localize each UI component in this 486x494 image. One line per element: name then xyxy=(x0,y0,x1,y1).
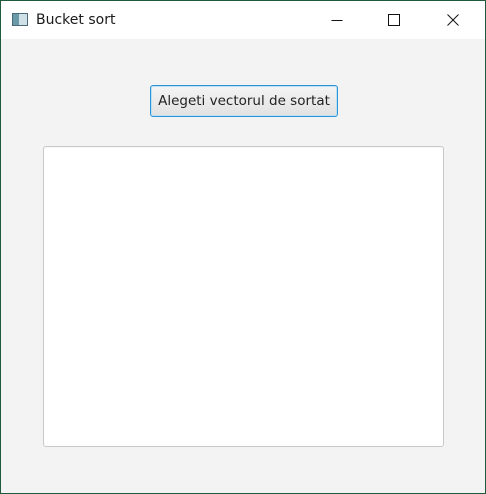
close-icon xyxy=(447,14,459,26)
output-text-area[interactable] xyxy=(43,146,444,447)
minimize-icon xyxy=(331,20,343,21)
title-bar[interactable]: Bucket sort xyxy=(1,1,485,39)
choose-array-button[interactable]: Alegeti vectorul de sortat xyxy=(150,85,338,117)
app-window: Bucket sort Alegeti vectorul de sortat xyxy=(1,1,485,493)
close-button[interactable] xyxy=(430,1,476,39)
window-title: Bucket sort xyxy=(36,12,116,28)
app-icon xyxy=(12,13,28,26)
maximize-icon xyxy=(388,14,400,26)
minimize-button[interactable] xyxy=(314,1,360,39)
maximize-button[interactable] xyxy=(371,1,417,39)
